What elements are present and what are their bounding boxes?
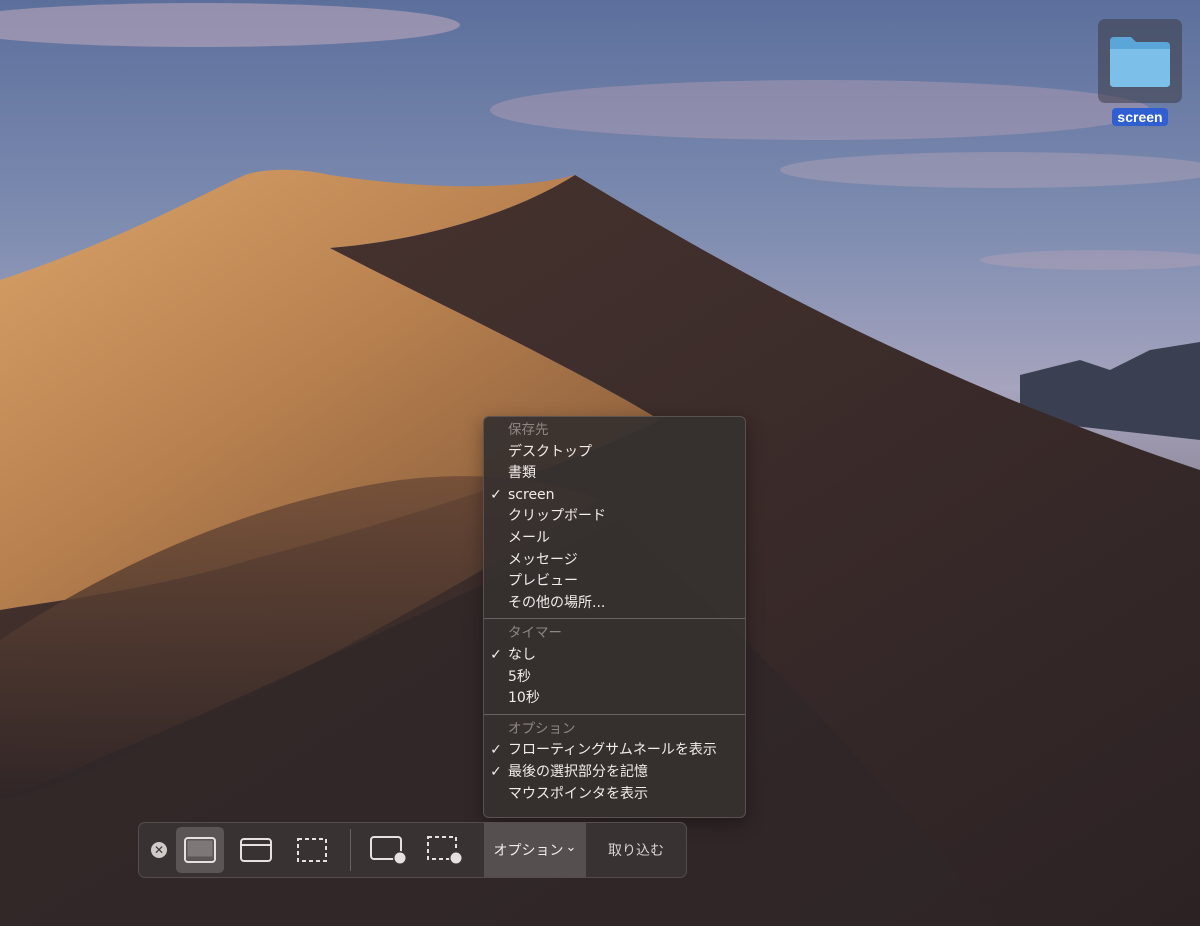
entire-screen-icon <box>184 837 216 863</box>
menu-item-show-mouse-pointer[interactable]: マウスポインタを表示 <box>484 784 745 806</box>
menu-item-timer-10s[interactable]: 10秒 <box>484 688 745 710</box>
folder-label: screen <box>1112 108 1168 126</box>
capture-selected-window-button[interactable] <box>232 827 280 873</box>
menu-item-timer-5s[interactable]: 5秒 <box>484 667 745 689</box>
toolbar-divider <box>350 829 351 871</box>
menu-item-documents[interactable]: 書類 <box>484 463 745 485</box>
close-icon[interactable]: ✕ <box>151 842 167 858</box>
timer-section: タイマー ✓ なし 5秒 10秒 <box>484 623 745 709</box>
record-entire-screen-button[interactable] <box>365 827 413 873</box>
capture-label: 取り込む <box>608 843 664 859</box>
menu-item-other-location[interactable]: その他の場所... <box>484 593 745 615</box>
options-dropdown-button[interactable]: オプション ⌄ <box>484 823 586 877</box>
menu-item-screen[interactable]: ✓ screen <box>484 485 745 507</box>
checkmark-icon: ✓ <box>490 646 502 663</box>
desktop-folder-screen[interactable]: screen <box>1098 19 1182 126</box>
menu-item-desktop[interactable]: デスクトップ <box>484 442 745 464</box>
window-icon <box>240 838 272 862</box>
folder-icon <box>1110 37 1170 87</box>
record-screen-icon <box>370 836 407 865</box>
desktop: screen 保存先 デスクトップ 書類 ✓ screen クリップボード メール… <box>0 0 1200 926</box>
options-menu: 保存先 デスクトップ 書類 ✓ screen クリップボード メール メッセージ … <box>483 416 746 818</box>
options-label: オプション <box>493 843 564 859</box>
menu-item-clipboard[interactable]: クリップボード <box>484 506 745 528</box>
capture-entire-screen-button[interactable] <box>176 827 224 873</box>
menu-header-options: オプション <box>508 720 576 737</box>
menu-header-save-to: 保存先 <box>508 422 549 438</box>
menu-separator <box>484 713 745 715</box>
menu-item-remember-selection[interactable]: ✓ 最後の選択部分を記憶 <box>484 762 745 784</box>
screenshot-toolbar: ✕ オプション ⌄ 取り込む <box>138 822 687 878</box>
menu-item-floating-thumbnail[interactable]: ✓ フローティングサムネールを表示 <box>484 740 745 762</box>
record-selected-portion-button[interactable] <box>421 827 469 873</box>
menu-header-timer: タイマー <box>508 625 562 642</box>
menu-item-timer-none[interactable]: ✓ なし <box>484 645 745 667</box>
menu-item-messages[interactable]: メッセージ <box>484 550 745 572</box>
chevron-down-icon: ⌄ <box>565 839 577 855</box>
menu-item-mail[interactable]: メール <box>484 528 745 550</box>
capture-button[interactable]: 取り込む <box>586 823 686 877</box>
record-selection-icon <box>427 836 463 865</box>
checkmark-icon: ✓ <box>490 763 502 780</box>
capture-selected-portion-button[interactable] <box>288 827 336 873</box>
menu-separator <box>484 618 745 620</box>
selection-icon <box>297 838 327 862</box>
folder-icon-box <box>1098 19 1182 103</box>
checkmark-icon: ✓ <box>490 742 502 759</box>
options-section: オプション ✓ フローティングサムネールを表示 ✓ 最後の選択部分を記憶 マウスポイ… <box>484 719 745 805</box>
checkmark-icon: ✓ <box>490 486 502 503</box>
save-to-section: 保存先 デスクトップ 書類 ✓ screen クリップボード メール メッセージ … <box>484 420 745 614</box>
menu-item-preview[interactable]: プレビュー <box>484 571 745 593</box>
